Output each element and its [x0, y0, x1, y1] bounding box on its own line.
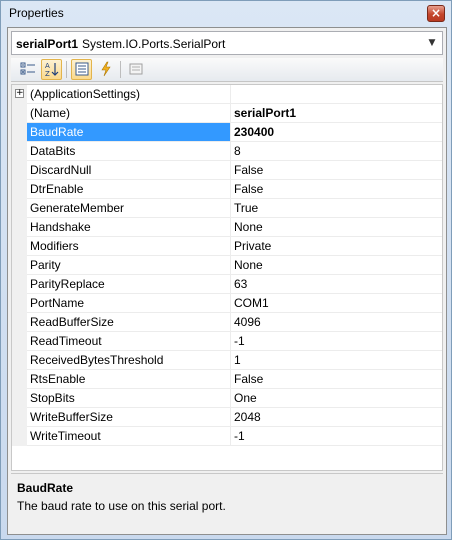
- title-bar[interactable]: Properties ×: [1, 1, 451, 25]
- property-row-generatemember[interactable]: GenerateMember True: [12, 199, 442, 218]
- property-name: WriteBufferSize: [27, 408, 231, 427]
- description-text: The baud rate to use on this serial port…: [17, 499, 226, 513]
- property-row-readtimeout[interactable]: ReadTimeout -1: [12, 332, 442, 351]
- property-name: (ApplicationSettings): [27, 85, 231, 104]
- property-value[interactable]: 230400: [231, 123, 442, 142]
- object-selector[interactable]: serialPort1 System.IO.Ports.SerialPort ▼: [11, 31, 443, 55]
- property-value[interactable]: 63: [231, 275, 442, 294]
- property-value: [231, 85, 442, 104]
- toolbar: A Z: [11, 58, 443, 82]
- property-value[interactable]: One: [231, 389, 442, 408]
- property-row-portname[interactable]: PortName COM1: [12, 294, 442, 313]
- property-pages-icon: [129, 63, 142, 75]
- properties-panel: serialPort1 System.IO.Ports.SerialPort ▼…: [7, 27, 447, 535]
- toolbar-separator: [66, 61, 67, 78]
- svg-text:Z: Z: [45, 70, 50, 77]
- property-grid: + (ApplicationSettings) (Name) serialPor…: [11, 84, 443, 471]
- property-row-modifiers[interactable]: Modifiers Private: [12, 237, 442, 256]
- property-row-parity[interactable]: Parity None: [12, 256, 442, 275]
- chevron-down-icon[interactable]: ▼: [424, 33, 440, 53]
- property-name: DiscardNull: [27, 161, 231, 180]
- property-row-baudrate[interactable]: BaudRate 230400: [12, 123, 442, 142]
- property-name: Handshake: [27, 218, 231, 237]
- property-value[interactable]: Private: [231, 237, 442, 256]
- alphabetical-button[interactable]: A Z: [41, 59, 62, 80]
- toolbar-separator: [120, 61, 121, 78]
- close-icon: ×: [430, 6, 442, 20]
- property-value[interactable]: serialPort1: [231, 104, 442, 123]
- property-name: StopBits: [27, 389, 231, 408]
- property-name: (Name): [27, 104, 231, 123]
- property-value[interactable]: False: [231, 370, 442, 389]
- property-row-handshake[interactable]: Handshake None: [12, 218, 442, 237]
- description-pane: BaudRate The baud rate to use on this se…: [11, 473, 443, 531]
- window-title: Properties: [9, 6, 64, 20]
- property-row-readbuffersize[interactable]: ReadBufferSize 4096: [12, 313, 442, 332]
- description-title: BaudRate: [17, 481, 74, 495]
- property-name: WriteTimeout: [27, 427, 231, 446]
- alphabetical-icon: A Z: [45, 62, 58, 78]
- property-name: GenerateMember: [27, 199, 231, 218]
- property-name: ReadTimeout: [27, 332, 231, 351]
- property-row-stopbits[interactable]: StopBits One: [12, 389, 442, 408]
- svg-text:A: A: [45, 62, 50, 70]
- property-name: ReceivedBytesThreshold: [27, 351, 231, 370]
- property-name: PortName: [27, 294, 231, 313]
- property-value[interactable]: False: [231, 180, 442, 199]
- properties-button[interactable]: [71, 59, 92, 80]
- property-value[interactable]: 2048: [231, 408, 442, 427]
- object-name: serialPort1: [16, 37, 79, 51]
- events-icon: [100, 61, 111, 77]
- property-name: Modifiers: [27, 237, 231, 256]
- property-name: ParityReplace: [27, 275, 231, 294]
- property-name: ReadBufferSize: [27, 313, 231, 332]
- close-button[interactable]: ×: [427, 5, 445, 22]
- property-row-dtrenable[interactable]: DtrEnable False: [12, 180, 442, 199]
- properties-icon: [75, 62, 88, 76]
- property-name: RtsEnable: [27, 370, 231, 389]
- property-row-databits[interactable]: DataBits 8: [12, 142, 442, 161]
- property-row-name[interactable]: (Name) serialPort1: [12, 104, 442, 123]
- property-row-writetimeout[interactable]: WriteTimeout -1: [12, 427, 442, 446]
- property-row-parityreplace[interactable]: ParityReplace 63: [12, 275, 442, 294]
- property-pages-button[interactable]: [125, 59, 146, 80]
- property-value[interactable]: COM1: [231, 294, 442, 313]
- categorized-icon: [20, 62, 35, 75]
- property-value[interactable]: 4096: [231, 313, 442, 332]
- properties-window: Properties × serialPort1 System.IO.Ports…: [0, 0, 452, 540]
- property-row-receivedbytesthreshold[interactable]: ReceivedBytesThreshold 1: [12, 351, 442, 370]
- property-value[interactable]: False: [231, 161, 442, 180]
- property-value[interactable]: -1: [231, 332, 442, 351]
- property-value[interactable]: None: [231, 218, 442, 237]
- object-type: System.IO.Ports.SerialPort: [82, 37, 226, 51]
- events-button[interactable]: [95, 59, 116, 80]
- property-name: DataBits: [27, 142, 231, 161]
- categorized-button[interactable]: [17, 59, 38, 80]
- expand-icon[interactable]: +: [15, 89, 24, 98]
- property-value[interactable]: 1: [231, 351, 442, 370]
- group-row-application-settings[interactable]: + (ApplicationSettings): [12, 85, 442, 104]
- property-name: BaudRate: [27, 123, 231, 142]
- property-name: DtrEnable: [27, 180, 231, 199]
- property-value[interactable]: True: [231, 199, 442, 218]
- property-row-discardnull[interactable]: DiscardNull False: [12, 161, 442, 180]
- property-value[interactable]: 8: [231, 142, 442, 161]
- property-row-rtsenable[interactable]: RtsEnable False: [12, 370, 442, 389]
- property-value[interactable]: None: [231, 256, 442, 275]
- property-row-writebuffersize[interactable]: WriteBufferSize 2048: [12, 408, 442, 427]
- property-value[interactable]: -1: [231, 427, 442, 446]
- property-name: Parity: [27, 256, 231, 275]
